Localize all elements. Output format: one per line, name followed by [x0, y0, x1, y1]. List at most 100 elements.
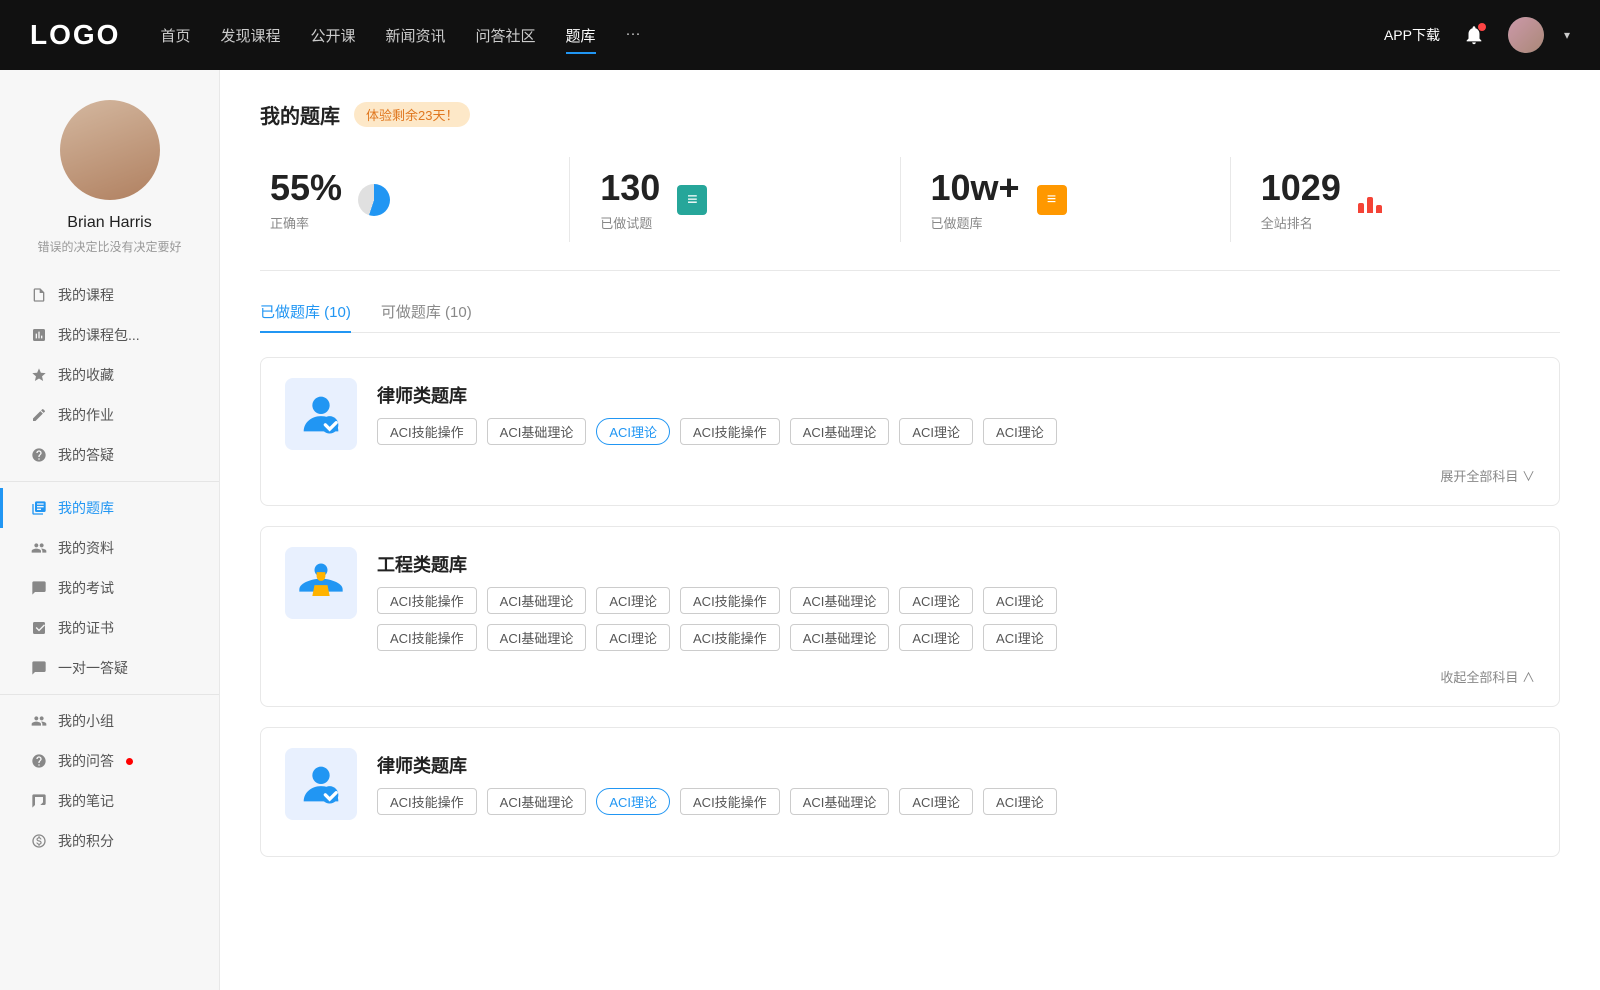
tag-2-5[interactable]: ACI基础理论: [790, 587, 890, 614]
done-questions-icon: ≡: [674, 182, 710, 218]
tag-3-3[interactable]: ACI理论: [596, 788, 670, 815]
sidebar-item-homework[interactable]: 我的作业: [0, 395, 219, 435]
accuracy-pie-icon: [356, 182, 392, 218]
tag-2-14[interactable]: ACI理论: [983, 624, 1057, 651]
tag-3-6[interactable]: ACI理论: [899, 788, 973, 815]
tag-2-6[interactable]: ACI理论: [899, 587, 973, 614]
sidebar-item-profile[interactable]: 我的资料: [0, 528, 219, 568]
sidebar-item-1on1[interactable]: 一对一答疑: [0, 648, 219, 688]
tag-3-4[interactable]: ACI技能操作: [680, 788, 780, 815]
nav-qa[interactable]: 问答社区: [476, 21, 536, 50]
tag-1-6[interactable]: ACI理论: [899, 418, 973, 445]
sidebar-motto: 错误的决定比没有决定要好: [17, 238, 201, 255]
group-icon: [30, 712, 48, 730]
tag-3-7[interactable]: ACI理论: [983, 788, 1057, 815]
nav-home[interactable]: 首页: [160, 21, 190, 50]
sidebar-item-points[interactable]: 我的积分: [0, 821, 219, 861]
qbank-card-header-1: 律师类题库 ACI技能操作 ACI基础理论 ACI理论 ACI技能操作 ACI基…: [285, 378, 1535, 450]
sidebar-item-my-qa[interactable]: 我的问答: [0, 741, 219, 781]
sidebar-item-course-package[interactable]: 我的课程包...: [0, 315, 219, 355]
lawyer-icon-1: [285, 378, 357, 450]
logo[interactable]: LOGO: [30, 19, 120, 51]
cert-icon: [30, 619, 48, 637]
tag-3-1[interactable]: ACI技能操作: [377, 788, 477, 815]
qbank-card-header-2: 工程类题库 ACI技能操作 ACI基础理论 ACI理论 ACI技能操作 ACI基…: [285, 547, 1535, 651]
sidebar-item-certificate[interactable]: 我的证书: [0, 608, 219, 648]
doc-icon: [30, 579, 48, 597]
qbank-tags-3: ACI技能操作 ACI基础理论 ACI理论 ACI技能操作 ACI基础理论 AC…: [377, 788, 1057, 815]
stat-done-questions-label: 已做试题: [600, 213, 660, 232]
note-icon: [30, 792, 48, 810]
tag-1-2[interactable]: ACI基础理论: [487, 418, 587, 445]
qa-icon: [30, 752, 48, 770]
person-icon: [30, 539, 48, 557]
stat-accuracy-label: 正确率: [270, 213, 342, 232]
tag-3-2[interactable]: ACI基础理论: [487, 788, 587, 815]
engineer-icon: [285, 547, 357, 619]
sidebar-item-group[interactable]: 我的小组: [0, 701, 219, 741]
tab-done[interactable]: 已做题库 (10): [260, 301, 351, 332]
stat-accuracy: 55% 正确率: [260, 157, 570, 242]
sidebar-item-favorites[interactable]: 我的收藏: [0, 355, 219, 395]
tag-2-3[interactable]: ACI理论: [596, 587, 670, 614]
tag-3-5[interactable]: ACI基础理论: [790, 788, 890, 815]
notification-bell[interactable]: [1460, 21, 1488, 49]
question-icon: [30, 446, 48, 464]
qbank-card-engineer: 工程类题库 ACI技能操作 ACI基础理论 ACI理论 ACI技能操作 ACI基…: [260, 526, 1560, 707]
navbar: LOGO 首页 发现课程 公开课 新闻资讯 问答社区 题库 ··· APP下载 …: [0, 0, 1600, 70]
nav-links: 首页 发现课程 公开课 新闻资讯 问答社区 题库 ···: [160, 21, 1384, 50]
page-title: 我的题库: [260, 100, 340, 129]
bar-chart-icon: [1358, 185, 1388, 215]
tag-2-4[interactable]: ACI技能操作: [680, 587, 780, 614]
stat-done-questions: 130 已做试题 ≡: [570, 157, 900, 242]
stats-row: 55% 正确率 130 已做试题 ≡ 10w+ 已做题库: [260, 157, 1560, 271]
tag-2-10[interactable]: ACI理论: [596, 624, 670, 651]
sidebar-item-exam[interactable]: 我的考试: [0, 568, 219, 608]
nav-news[interactable]: 新闻资讯: [386, 21, 446, 50]
sidebar-item-qbank[interactable]: 我的题库: [0, 488, 219, 528]
stat-ranking: 1029 全站排名: [1231, 157, 1560, 242]
stat-ranking-value: 1029: [1261, 167, 1341, 209]
tag-1-1[interactable]: ACI技能操作: [377, 418, 477, 445]
tag-1-4[interactable]: ACI技能操作: [680, 418, 780, 445]
tab-available[interactable]: 可做题库 (10): [381, 301, 472, 332]
page-header: 我的题库 体验剩余23天！: [260, 100, 1560, 129]
sidebar-menu: 我的课程 我的课程包... 我的收藏 我的作业: [0, 275, 219, 861]
tag-2-2[interactable]: ACI基础理论: [487, 587, 587, 614]
nav-more[interactable]: ···: [626, 21, 641, 50]
avatar[interactable]: [1508, 17, 1544, 53]
tag-2-8[interactable]: ACI技能操作: [377, 624, 477, 651]
lawyer-icon-2: [285, 748, 357, 820]
tag-1-5[interactable]: ACI基础理论: [790, 418, 890, 445]
app-download-button[interactable]: APP下载: [1384, 25, 1440, 45]
tag-2-9[interactable]: ACI基础理论: [487, 624, 587, 651]
sidebar-item-questions[interactable]: 我的答疑: [0, 435, 219, 475]
tag-2-7[interactable]: ACI理论: [983, 587, 1057, 614]
tag-2-13[interactable]: ACI理论: [899, 624, 973, 651]
chat-icon: [30, 659, 48, 677]
expand-link-1[interactable]: 展开全部科目 ∨: [285, 466, 1535, 485]
stat-done-banks-label: 已做题库: [931, 213, 1020, 232]
tag-2-11[interactable]: ACI技能操作: [680, 624, 780, 651]
sidebar-item-my-course[interactable]: 我的课程: [0, 275, 219, 315]
qbank-tags-1: ACI技能操作 ACI基础理论 ACI理论 ACI技能操作 ACI基础理论 AC…: [377, 418, 1057, 445]
qbank-name-1: 律师类题库: [377, 382, 1057, 408]
collapse-link-2[interactable]: 收起全部科目 ∧: [285, 667, 1535, 686]
tag-2-1[interactable]: ACI技能操作: [377, 587, 477, 614]
ranking-chart-icon: [1355, 182, 1391, 218]
tag-1-7[interactable]: ACI理论: [983, 418, 1057, 445]
sidebar-item-notes[interactable]: 我的笔记: [0, 781, 219, 821]
qbank-tags-2-row2: ACI技能操作 ACI基础理论 ACI理论 ACI技能操作 ACI基础理论 AC…: [377, 624, 1535, 651]
tag-1-3[interactable]: ACI理论: [596, 418, 670, 445]
teal-book-icon: ≡: [677, 185, 707, 215]
qa-notification-dot: [126, 758, 133, 765]
user-dropdown-arrow[interactable]: ▾: [1564, 28, 1570, 42]
nav-discover[interactable]: 发现课程: [220, 21, 280, 50]
nav-qbank[interactable]: 题库: [566, 21, 596, 50]
tag-2-12[interactable]: ACI基础理论: [790, 624, 890, 651]
done-banks-icon: ≡: [1034, 182, 1070, 218]
nav-open-course[interactable]: 公开课: [310, 21, 355, 50]
sidebar-divider-2: [0, 694, 219, 695]
sidebar-divider-1: [0, 481, 219, 482]
stat-done-questions-value: 130: [600, 167, 660, 209]
